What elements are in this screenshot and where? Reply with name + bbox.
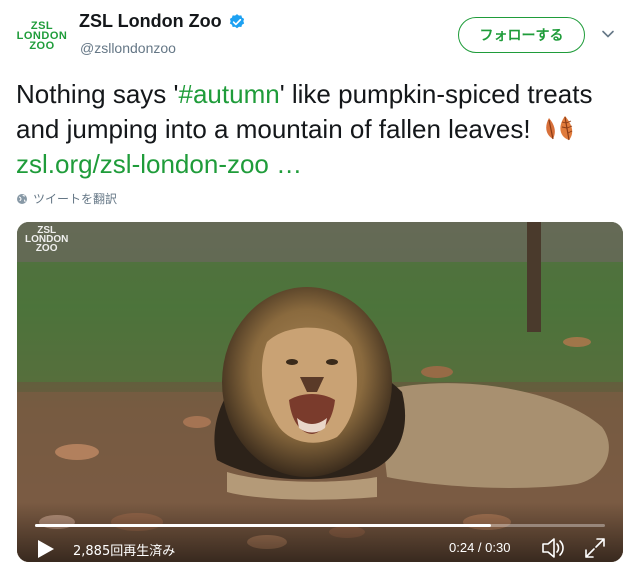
tweet-header: ZSL LONDON ZOO ZSL London Zoo @zsllondon… <box>0 0 640 70</box>
video-watermark: ZSL LONDON ZOO <box>25 226 68 254</box>
tweet-text: Nothing says '#autumn' like pumpkin-spic… <box>16 77 626 182</box>
verified-badge-icon <box>229 13 244 28</box>
view-count: 2,885回再生済み <box>73 544 176 559</box>
video-controls: 2,885回再生済み 0:24 / 0:30 <box>17 502 623 562</box>
name-row: ZSL London Zoo <box>79 11 246 32</box>
watermark-line-3: ZOO <box>35 243 58 254</box>
play-icon[interactable] <box>34 538 56 560</box>
fallen-leaves-icon <box>546 116 573 141</box>
avatar-line-3: ZOO <box>29 40 55 52</box>
progress-bar[interactable] <box>35 524 605 527</box>
hashtag-link[interactable]: #autumn <box>179 79 280 109</box>
progress-fill <box>35 524 491 527</box>
video-player[interactable]: ZSL LONDON ZOO 2,885回再生済み 0:24 / 0:30 <box>17 222 623 562</box>
globe-icon <box>17 193 27 204</box>
handle[interactable]: @zsllondonzoo <box>80 40 176 56</box>
video-time: 0:24 / 0:30 <box>449 540 511 555</box>
avatar[interactable]: ZSL LONDON ZOO <box>14 10 70 62</box>
translate-tweet[interactable]: ツイートを翻訳 <box>16 190 117 207</box>
fullscreen-icon[interactable] <box>583 536 607 560</box>
tweet-text-before: Nothing says ' <box>16 79 179 109</box>
chevron-down-icon[interactable] <box>600 26 616 42</box>
translate-label: ツイートを翻訳 <box>33 192 118 206</box>
volume-icon[interactable] <box>540 536 566 560</box>
follow-button[interactable]: フォローする <box>458 17 585 53</box>
tweet-link[interactable]: zsl.org/zsl-london-zoo … <box>16 149 302 179</box>
display-name[interactable]: ZSL London Zoo <box>79 11 222 32</box>
